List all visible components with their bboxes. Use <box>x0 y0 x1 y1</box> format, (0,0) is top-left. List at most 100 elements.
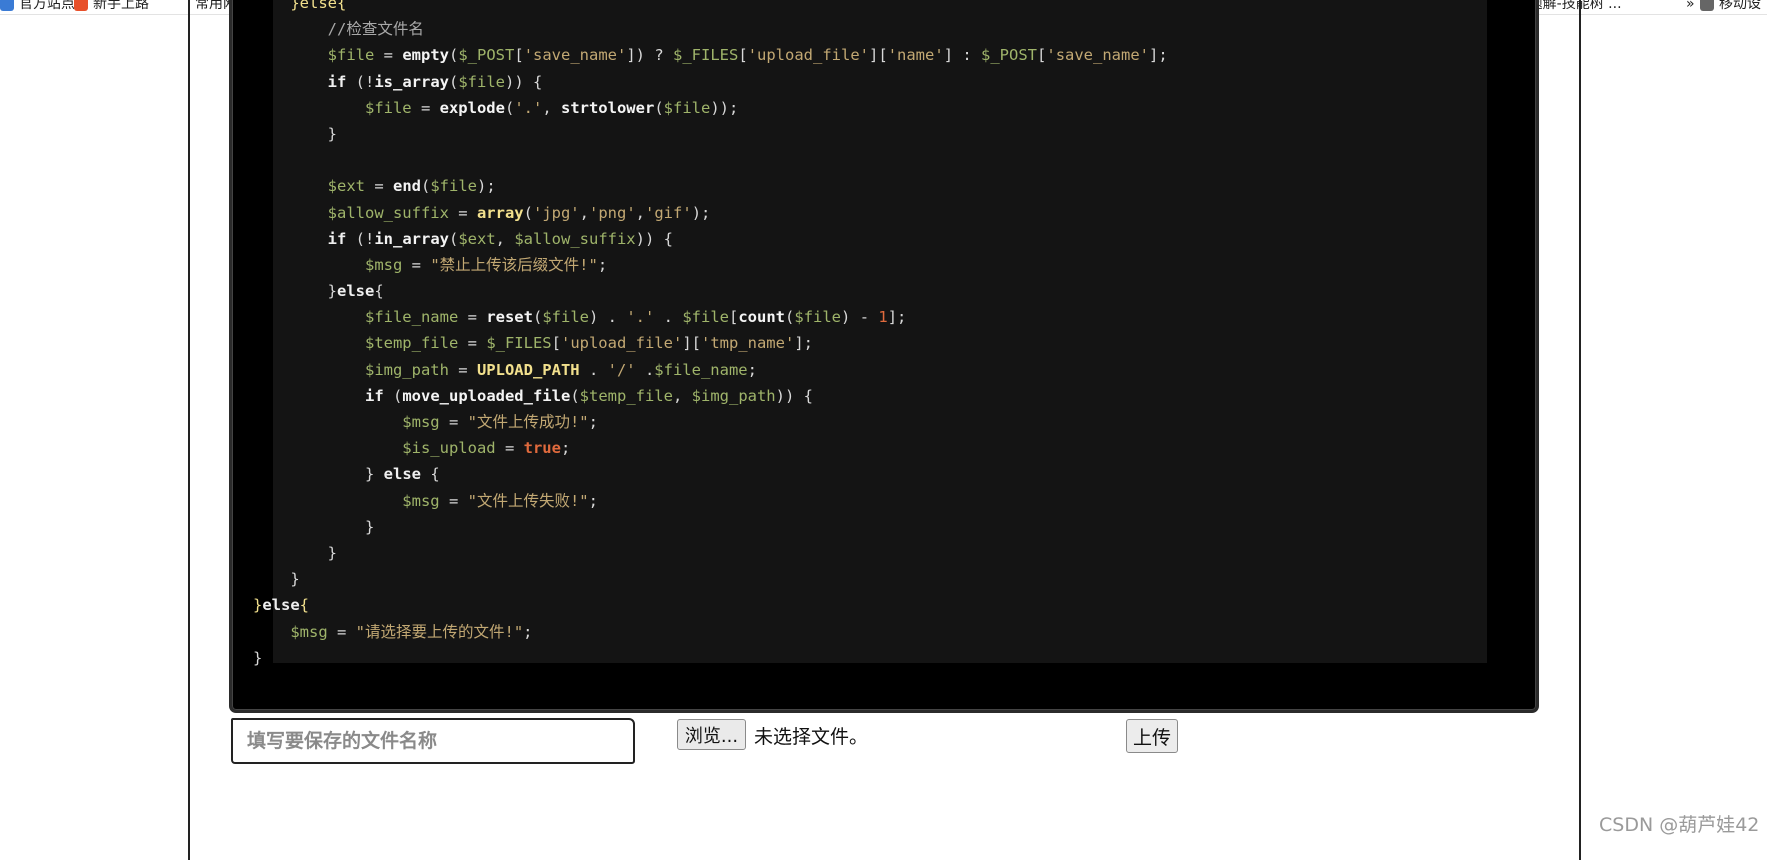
code-token: (! <box>346 72 375 91</box>
bookmark-favicon-icon <box>1700 0 1714 11</box>
code-line: $msg = "请选择要上传的文件!"; <box>253 619 1168 645</box>
code-token: $allow_suffix <box>253 203 449 222</box>
code-token: [ <box>738 46 748 65</box>
code-token: "文件上传失败!" <box>467 491 589 510</box>
code-token: 'upload_file' <box>560 334 683 353</box>
code-token: else <box>337 282 375 301</box>
code-token: $msg <box>253 622 328 641</box>
code-token: ( <box>523 203 533 222</box>
code-token: in_array <box>374 229 449 248</box>
code-line: $allow_suffix = array('jpg','png','gif')… <box>253 200 1168 226</box>
code-token: ( <box>570 386 580 405</box>
code-token: = <box>364 177 393 196</box>
bookmark-item[interactable]: 官方站点 <box>0 0 75 14</box>
code-line: } <box>253 514 1168 540</box>
code-token: . <box>635 360 655 379</box>
code-token: [ <box>729 308 739 327</box>
code-token: { <box>299 596 310 615</box>
code-token: ]; <box>794 334 813 353</box>
code-token: $file <box>253 46 375 65</box>
code-token: = <box>439 491 468 510</box>
code-token: ( <box>532 308 543 327</box>
code-line: $file = empty($_POST['save_name']) ? $_F… <box>253 42 1168 68</box>
code-token: ( <box>448 72 459 91</box>
code-token: if <box>253 229 347 248</box>
code-line: $img_path = UPLOAD_PATH . '/' .$file_nam… <box>253 357 1168 383</box>
code-line: }else{ <box>253 592 1168 618</box>
code-token: '.' <box>626 308 655 327</box>
code-token: , <box>542 98 561 117</box>
code-token: ( <box>785 308 795 327</box>
save-name-input[interactable] <box>231 718 635 764</box>
code-line: }else{ <box>253 0 1168 16</box>
code-token: $is_upload <box>253 439 496 458</box>
bookmark-item[interactable]: 新手上路 <box>74 0 149 14</box>
code-token: 'upload_file' <box>747 46 870 65</box>
code-line: if (!is_array($file)) { <box>253 69 1168 95</box>
code-token: . <box>579 360 608 379</box>
bookmark-label: 新手上路 <box>93 0 149 12</box>
code-line: $msg = "文件上传失败!"; <box>253 488 1168 514</box>
no-file-selected-label: 未选择文件。 <box>754 726 869 748</box>
code-token: '.' <box>514 98 543 117</box>
code-token: reset <box>486 308 533 327</box>
upload-button[interactable]: 上传 <box>1126 719 1178 753</box>
code-token: } <box>253 648 263 667</box>
bookmark-item[interactable]: 移动设 <box>1700 0 1761 14</box>
bookmark-item[interactable]: » <box>1667 0 1695 14</box>
bookmark-label: » <box>1686 0 1695 12</box>
code-token: ; <box>597 255 608 274</box>
code-line: } <box>253 121 1168 147</box>
code-token: [ <box>1037 46 1047 65</box>
code-token: $allow_suffix <box>514 229 636 248</box>
code-token: $msg <box>253 255 403 274</box>
code-token: 'gif' <box>645 203 692 222</box>
code-token: )) { <box>505 72 543 91</box>
code-line: } else { <box>253 461 1168 487</box>
code-token: move_uploaded_file <box>402 386 571 405</box>
code-token: $file <box>794 308 842 327</box>
bookmark-favicon-icon <box>1667 0 1681 11</box>
code-token: 'name' <box>887 46 944 65</box>
code-token: } <box>253 543 337 562</box>
code-token: ); <box>477 177 496 196</box>
code-token: empty <box>402 46 449 65</box>
code-token: else <box>262 596 300 615</box>
code-token: $file <box>663 98 711 117</box>
code-token: end <box>392 177 421 196</box>
code-token: )); <box>710 98 739 117</box>
code-line: $msg = "文件上传成功!"; <box>253 409 1168 435</box>
code-token: true <box>523 439 561 458</box>
csdn-watermark: CSDN @葫芦娃42 <box>1599 814 1760 836</box>
source-code: }else{ //检查文件名 $file = empty($_POST['sav… <box>253 0 1168 671</box>
code-token: 'png' <box>589 203 636 222</box>
code-line: if (!in_array($ext, $allow_suffix)) { <box>253 226 1168 252</box>
code-token: $file <box>253 98 412 117</box>
code-line: $file = explode('.', strtolower($file)); <box>253 95 1168 121</box>
code-line: $msg = "禁止上传该后缀文件!"; <box>253 252 1168 278</box>
code-token: ]; <box>887 308 907 327</box>
code-token: $file <box>430 177 477 196</box>
code-token: 'save_name' <box>1046 46 1150 65</box>
code-token: $file <box>542 308 589 327</box>
code-token: ( <box>383 386 403 405</box>
code-token: = <box>439 413 468 431</box>
code-token: is_array <box>374 72 449 91</box>
code-token: ( <box>654 98 664 117</box>
code-line: } <box>253 540 1168 566</box>
code-token: 'jpg' <box>532 203 580 222</box>
code-token: $img_path <box>253 360 449 379</box>
code-token: "请选择要上传的文件!" <box>355 622 524 641</box>
code-token: $ext <box>253 177 365 196</box>
code-token: = <box>495 439 524 458</box>
code-token: if <box>253 72 347 91</box>
code-token: } <box>253 517 375 536</box>
code-token: } <box>253 570 300 589</box>
code-token: , <box>635 203 646 222</box>
code-token: ); <box>691 203 711 222</box>
code-token: ( <box>420 177 431 196</box>
code-token: } <box>253 124 337 143</box>
browse-file-button[interactable]: 浏览... <box>677 719 746 750</box>
code-token: [ <box>514 46 524 65</box>
